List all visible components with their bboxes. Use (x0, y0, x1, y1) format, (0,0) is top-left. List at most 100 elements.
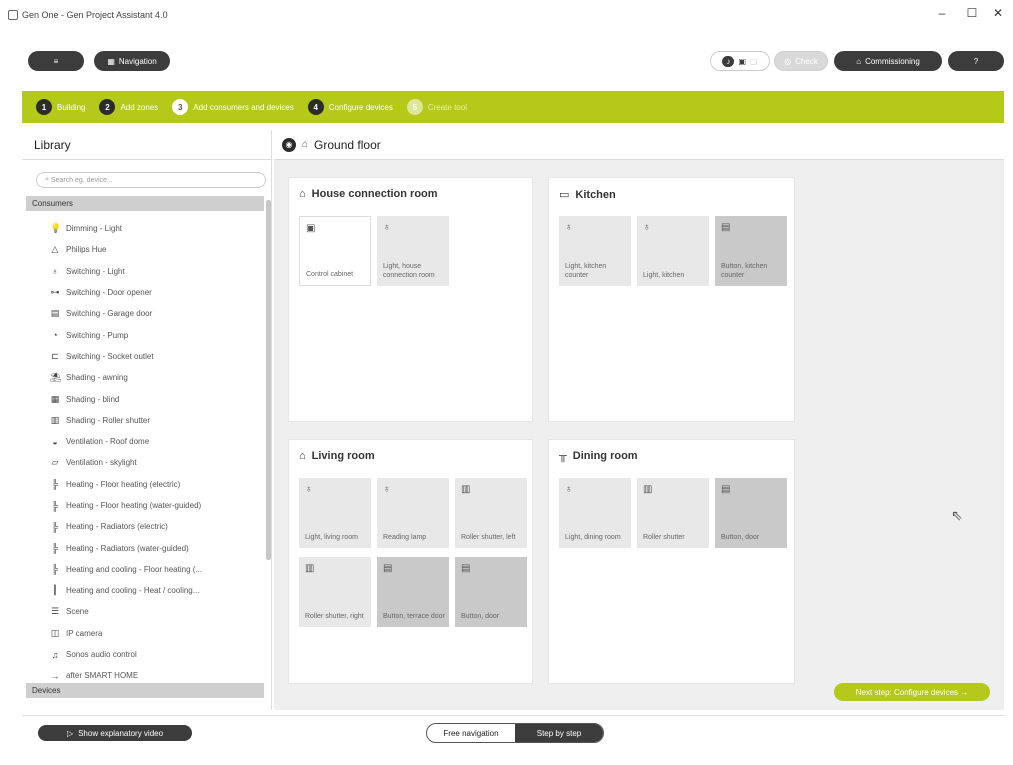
library-item[interactable]: ╠ Heating and cooling - Floor heating (..… (26, 559, 264, 580)
navigation-mode-toggle[interactable]: Free navigation Step by step (426, 723, 604, 743)
device-tile[interactable]: ▤ Button, terrace door (377, 557, 449, 627)
library-item-label: Heating - Floor heating (electric) (66, 479, 181, 489)
explanatory-video-button[interactable]: ▷ Show explanatory video (38, 725, 192, 741)
minimize-button[interactable]: – (932, 6, 952, 20)
step-4[interactable]: 4 Configure devices (307, 99, 393, 115)
device-icon: ▣ (738, 56, 746, 66)
room-card[interactable]: ▭ Kitchen ♁ Light, kitchen counter ♁ Light, k… (548, 177, 795, 422)
video-label: Show explanatory video (78, 728, 164, 738)
device-label: Light, dining room (565, 534, 621, 541)
audio-icon: ♫ (51, 649, 59, 660)
device-tile[interactable]: ▤ Button, kitchen counter (715, 216, 787, 286)
device-tile[interactable]: ♁ Light, house connection room (377, 216, 449, 286)
library-item-label: Switching - Socket outlet (66, 351, 154, 361)
navigation-button[interactable]: ▦ Navigation (94, 51, 170, 71)
commissioning-button[interactable]: ⌂ Commissioning (834, 51, 942, 71)
device-tile[interactable]: ▤ Button, door (715, 478, 787, 548)
room-card[interactable]: ╥ Dining room ♁ Light, dining room ▥ Roller s… (548, 439, 795, 684)
library-item-label: Switching - Door opener (66, 288, 152, 298)
room-icon: ▭ (559, 189, 570, 201)
library-item[interactable]: ◔ Switching - Pump (26, 324, 264, 345)
step-2[interactable]: 2 Add zones (99, 99, 158, 115)
room-card[interactable]: ⌂ Living room ♁ Light, living room ♁ Reading … (288, 439, 533, 684)
device-tile[interactable]: ▤ Button, door (455, 557, 527, 627)
library-item[interactable]: ╠ Heating - Floor heating (water-guided) (26, 495, 264, 516)
socket-icon: ⊏ (51, 350, 59, 361)
device-tile[interactable]: ♁ Light, kitchen (637, 216, 709, 286)
library-item[interactable]: ▦ Shading - blind (26, 388, 264, 409)
step-5[interactable]: 5 Create tool (406, 99, 467, 115)
bottom-bar: ▷ Show explanatory video Free navigation… (22, 715, 1004, 745)
library-item[interactable]: ☰ Scene (26, 601, 264, 622)
pump-icon: ◔ (52, 330, 58, 341)
device-tile[interactable]: ▥ Roller shutter, left (455, 478, 527, 548)
device-icon: ♁ (383, 222, 391, 233)
app-window: Gen One - Gen Project Assistant 4.0 – ☐ … (0, 0, 1013, 765)
room-name: House connection room (311, 188, 438, 200)
device-icon: ♁ (643, 222, 651, 233)
room-card[interactable]: ⌂ House connection room ▣ Control cabinet ♁ L… (288, 177, 533, 422)
library-item[interactable]: ◫ IP camera (26, 623, 264, 644)
view-toggle[interactable]: ♪ ▣ ▢ (710, 51, 770, 71)
device-tile[interactable]: ♁ Light, kitchen counter (559, 216, 631, 286)
library-item[interactable]: △ Philips Hue (26, 239, 264, 260)
device-label: Roller shutter, right (305, 613, 364, 620)
dome-icon: ◒ (52, 436, 58, 447)
close-button[interactable]: ✕ (988, 6, 1008, 20)
library-item[interactable]: ♫ Sonos audio control (26, 644, 264, 665)
library-item-label: Philips Hue (66, 245, 107, 255)
check-button[interactable]: ◎ Check (774, 51, 828, 71)
step-label: Add consumers and devices (193, 102, 294, 112)
device-icon: ▥ (461, 484, 471, 495)
free-navigation-option[interactable]: Free navigation (427, 724, 515, 742)
library-scrollbar[interactable] (266, 200, 271, 560)
floor-toggle-icon[interactable]: ◉ (282, 137, 296, 152)
step-number: 2 (99, 99, 116, 115)
room-title: ⌂ House connection room (299, 188, 438, 200)
device-tile[interactable]: ▥ Roller shutter (637, 478, 709, 548)
device-tile[interactable]: ▥ Roller shutter, right (299, 557, 371, 627)
library-item[interactable]: ▤ Switching - Garage door (26, 303, 264, 324)
room-name: Living room (311, 450, 375, 462)
library-item[interactable]: ◒ Ventilation - Roof dome (26, 431, 264, 452)
library-title: Library (22, 130, 271, 160)
skylight-icon: ▱ (51, 457, 59, 468)
library-item[interactable]: ╠ Heating - Floor heating (electric) (26, 474, 264, 495)
category-devices[interactable]: Devices (26, 683, 264, 698)
room-title: ⌂ Living room (299, 450, 375, 462)
category-consumers[interactable]: Consumers (26, 196, 264, 211)
library-item[interactable]: ╠ Heating - Radiators (water-guided) (26, 537, 264, 558)
navigation-label: Navigation (118, 56, 157, 66)
device-tile[interactable]: ♁ Reading lamp (377, 478, 449, 548)
library-item[interactable]: ▥ Shading - Roller shutter (26, 410, 264, 431)
commissioning-label: Commissioning (865, 56, 920, 66)
device-label: Button, terrace door (383, 613, 445, 620)
library-item-label: Shading - Roller shutter (66, 415, 151, 425)
library-item[interactable]: ╠ Heating - Radiators (electric) (26, 516, 264, 537)
device-tile[interactable]: ♁ Light, living room (299, 478, 371, 548)
library-item[interactable]: ▱ Ventilation - skylight (26, 452, 264, 473)
next-step-button[interactable]: Next step: Configure devices → (834, 683, 990, 701)
library-item-label: Scene (66, 607, 89, 617)
library-search-input[interactable]: ⌕ Search eg. device... (36, 172, 266, 188)
library-item[interactable]: ⊶ Switching - Door opener (26, 282, 264, 303)
library-item[interactable]: ♁ Switching - Light (26, 261, 264, 282)
maximize-button[interactable]: ☐ (962, 6, 982, 20)
device-tile[interactable]: ▣ Control cabinet (299, 216, 371, 286)
menu-button[interactable]: ≡ (28, 51, 84, 71)
step-by-step-option[interactable]: Step by step (515, 724, 603, 742)
library-item-label: Heating - Radiators (electric) (66, 522, 168, 532)
help-label: ? (973, 56, 979, 66)
floor-home-icon: ⌂ (302, 139, 309, 150)
blind-icon: ▦ (50, 393, 60, 404)
help-button[interactable]: ? (948, 51, 1004, 71)
library-item[interactable]: ⛱ Shading - awning (26, 367, 264, 388)
library-item[interactable]: ⊏ Switching - Socket outlet (26, 346, 264, 367)
device-tile[interactable]: ♁ Light, dining room (559, 478, 631, 548)
library-item[interactable]: ┃ Heating and cooling - Heat / cooling... (26, 580, 264, 601)
library-item[interactable]: 💡 Dimming - Light (26, 218, 264, 239)
device-label: Light, living room (305, 534, 358, 541)
library-item-label: IP camera (66, 628, 103, 638)
step-3[interactable]: 3 Add consumers and devices (172, 99, 294, 115)
step-1[interactable]: 1 Building (36, 99, 85, 115)
